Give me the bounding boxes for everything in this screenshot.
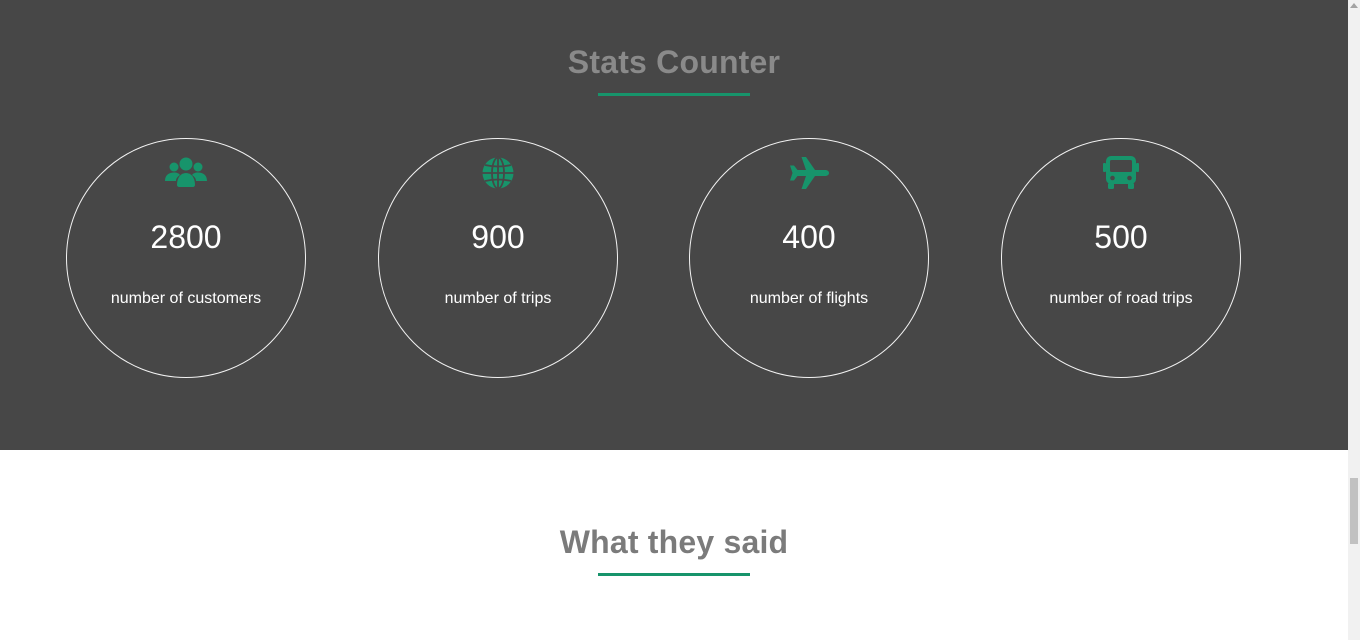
page: Stats Counter 2800 number of customers 9…: [0, 0, 1360, 640]
scroll-up-arrow-icon[interactable]: [1350, 3, 1358, 8]
page-content: Stats Counter 2800 number of customers 9…: [0, 0, 1348, 640]
stat-trips: 900 number of trips: [378, 138, 618, 378]
vertical-scrollbar[interactable]: [1348, 0, 1360, 640]
stat-label: number of road trips: [1049, 290, 1193, 307]
stat-flights: 400 number of flights: [689, 138, 929, 378]
testimonials-title: What they said: [559, 524, 789, 560]
bus-icon: [1099, 155, 1143, 191]
stats-title: Stats Counter: [567, 44, 781, 80]
stat-label: number of customers: [110, 290, 262, 307]
stat-customers: 2800 number of customers: [66, 138, 306, 378]
stats-section: Stats Counter 2800 number of customers 9…: [0, 0, 1348, 450]
stat-label: number of trips: [444, 290, 552, 307]
stat-road-trips: 500 number of road trips: [1001, 138, 1241, 378]
stat-number: 500: [1094, 219, 1148, 255]
users-icon: [164, 155, 208, 191]
plane-icon: [787, 155, 831, 191]
stat-label: number of flights: [749, 290, 869, 307]
scrollbar-thumb[interactable]: [1350, 478, 1358, 544]
globe-icon: [476, 155, 520, 191]
stat-number: 400: [782, 219, 836, 255]
stat-number: 2800: [150, 219, 222, 255]
stats-title-underline: [598, 93, 750, 96]
testimonials-title-underline: [598, 573, 750, 576]
stat-number: 900: [471, 219, 525, 255]
